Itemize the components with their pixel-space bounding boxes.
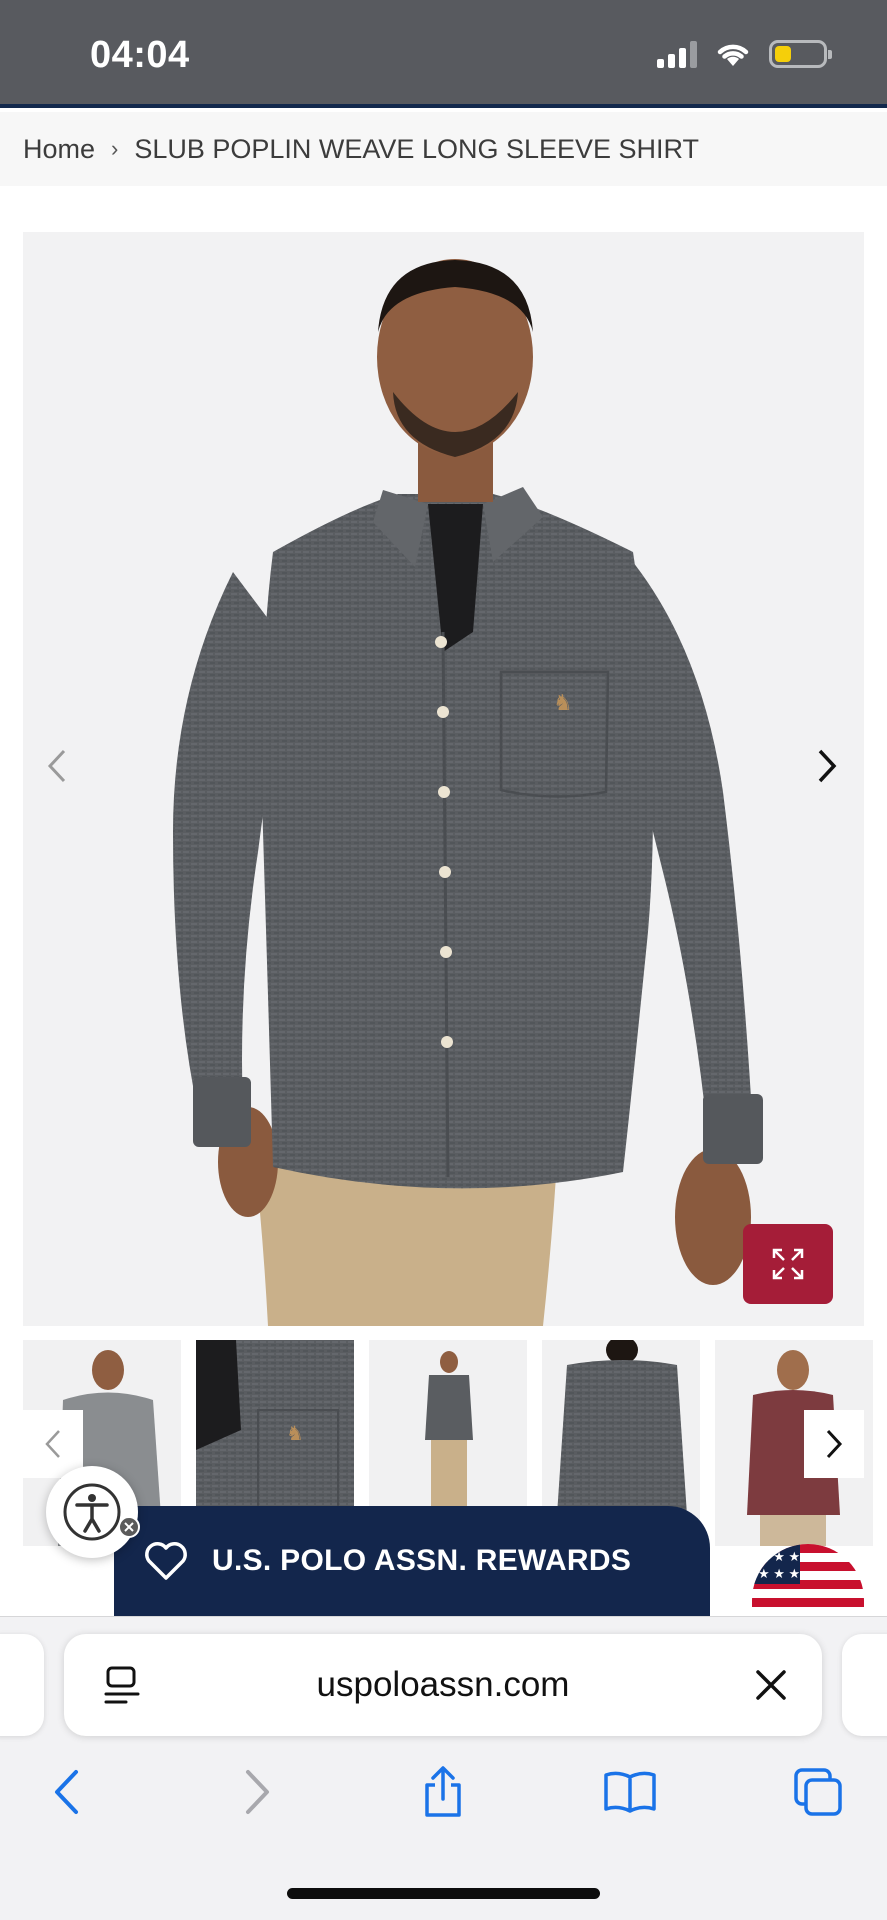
thumbnails-next-button[interactable] (804, 1410, 864, 1478)
breadcrumb-current: SLUB POPLIN WEAVE LONG SLEEVE SHIRT (134, 133, 700, 164)
svg-text:★ ★ ★: ★ ★ ★ (758, 1566, 800, 1581)
address-bar[interactable]: uspoloassn.com (64, 1634, 822, 1736)
home-indicator (287, 1888, 600, 1899)
chevron-left-icon (47, 749, 66, 783)
gallery-next-button[interactable] (803, 742, 851, 790)
status-icons (657, 40, 832, 68)
back-icon (55, 1770, 78, 1814)
thumbnails-prev-button[interactable] (23, 1410, 83, 1478)
forward-icon (246, 1770, 269, 1814)
share-button[interactable] (411, 1762, 475, 1822)
breadcrumb-separator: › (111, 136, 119, 161)
gallery-prev-button[interactable] (33, 742, 81, 790)
expand-image-button[interactable] (743, 1224, 833, 1304)
cellular-signal-icon (657, 40, 697, 68)
status-bar: 04:04 (0, 0, 887, 108)
rewards-label: U.S. POLO ASSN. REWARDS (212, 1544, 632, 1577)
wifi-icon (717, 44, 749, 66)
breadcrumb-home-link[interactable]: Home (23, 134, 95, 165)
flag-icon[interactable]: ★ ★ ★ ★ ★ ★ (752, 1544, 864, 1616)
url-text: uspoloassn.com (316, 1665, 570, 1704)
chevron-left-icon (45, 1430, 60, 1458)
expand-icon (772, 1248, 804, 1280)
battery-low-icon (769, 40, 832, 68)
accessibility-close-button[interactable] (118, 1516, 140, 1538)
accessibility-button[interactable] (46, 1466, 138, 1558)
forward-button[interactable] (226, 1762, 290, 1822)
bookmarks-icon (604, 1771, 656, 1813)
close-icon[interactable] (752, 1666, 790, 1704)
svg-text:♞: ♞ (553, 691, 573, 716)
previous-tab-preview[interactable] (0, 1634, 44, 1736)
breadcrumb: Home › SLUB POPLIN WEAVE LONG SLEEVE SHI… (0, 112, 887, 186)
rewards-banner[interactable]: U.S. POLO ASSN. REWARDS (114, 1506, 710, 1616)
share-icon (425, 1766, 461, 1817)
next-tab-preview[interactable] (842, 1634, 887, 1736)
back-button[interactable] (34, 1762, 98, 1822)
chevron-right-icon (818, 749, 837, 783)
bookmarks-button[interactable] (598, 1762, 662, 1822)
close-icon (124, 1522, 134, 1532)
product-photo: ♞ (173, 259, 763, 1326)
heart-icon (145, 1542, 187, 1580)
chevron-right-icon (826, 1429, 843, 1459)
svg-text:★ ★ ★: ★ ★ ★ (758, 1549, 800, 1564)
main-product-image[interactable]: ♞ (23, 232, 864, 1326)
screen: 04:04 Home › SLUB POPLIN WEAVE LONG SLEE… (0, 0, 887, 1920)
status-time: 04:04 (90, 34, 190, 76)
svg-text:♞: ♞ (286, 1423, 304, 1445)
tabs-icon (794, 1768, 842, 1816)
tabs-button[interactable] (786, 1762, 850, 1822)
accessibility-icon (63, 1483, 121, 1541)
